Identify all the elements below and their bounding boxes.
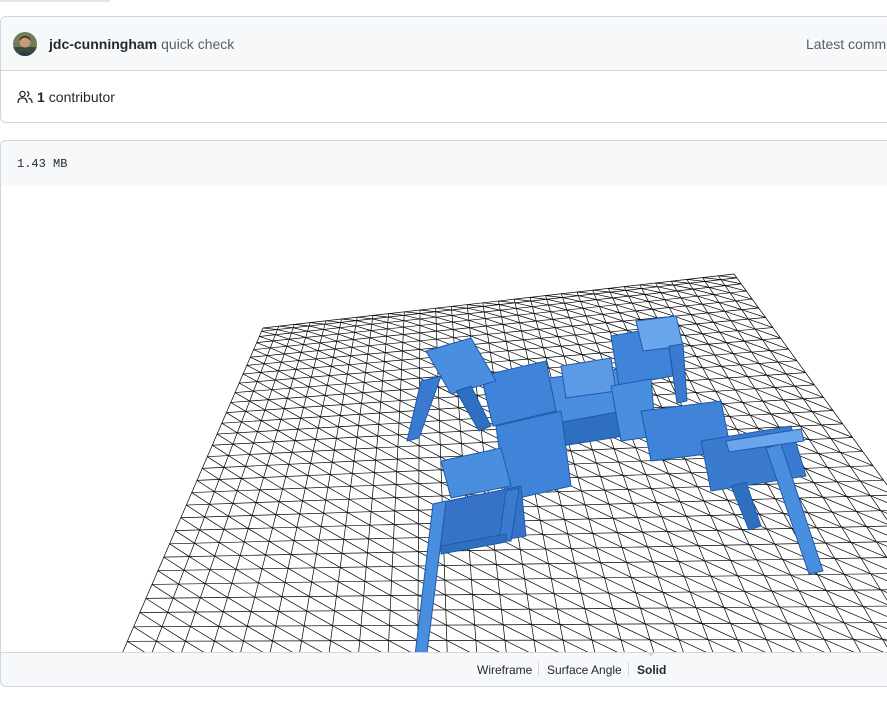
mode-separator [628,662,629,676]
latest-commit-box: jdc-cunningham quick check Latest commi … [0,16,887,123]
hexapod-model [406,315,824,652]
commit-header: jdc-cunningham quick check Latest commi [1,17,887,71]
avatar[interactable] [13,31,37,56]
top-divider [0,0,110,2]
surface-angle-mode-button[interactable]: Surface Angle [547,663,622,677]
latest-commit-link[interactable]: Latest commi [806,36,887,52]
contributors-row[interactable]: 1 contributor [1,71,887,122]
active-mode-caret [647,652,655,657]
contributor-label: contributor [48,89,115,105]
solid-mode-button[interactable]: Solid [637,663,666,677]
file-info-header: 1.43 MB [1,141,887,187]
people-icon [17,90,33,104]
wireframe-mode-button[interactable]: Wireframe [477,663,532,677]
commit-message-link[interactable]: quick check [161,36,234,52]
contributor-count: 1 [37,89,45,105]
view-mode-bar: Wireframe Surface Angle Solid [1,652,887,686]
file-viewer-box: 1.43 MB Wireframe Surface Angle Solid [0,140,887,687]
file-size: 1.43 MB [17,156,68,171]
commit-author-link[interactable]: jdc-cunningham [49,36,157,52]
mode-separator [538,662,539,676]
stl-3d-viewer[interactable] [1,186,887,652]
